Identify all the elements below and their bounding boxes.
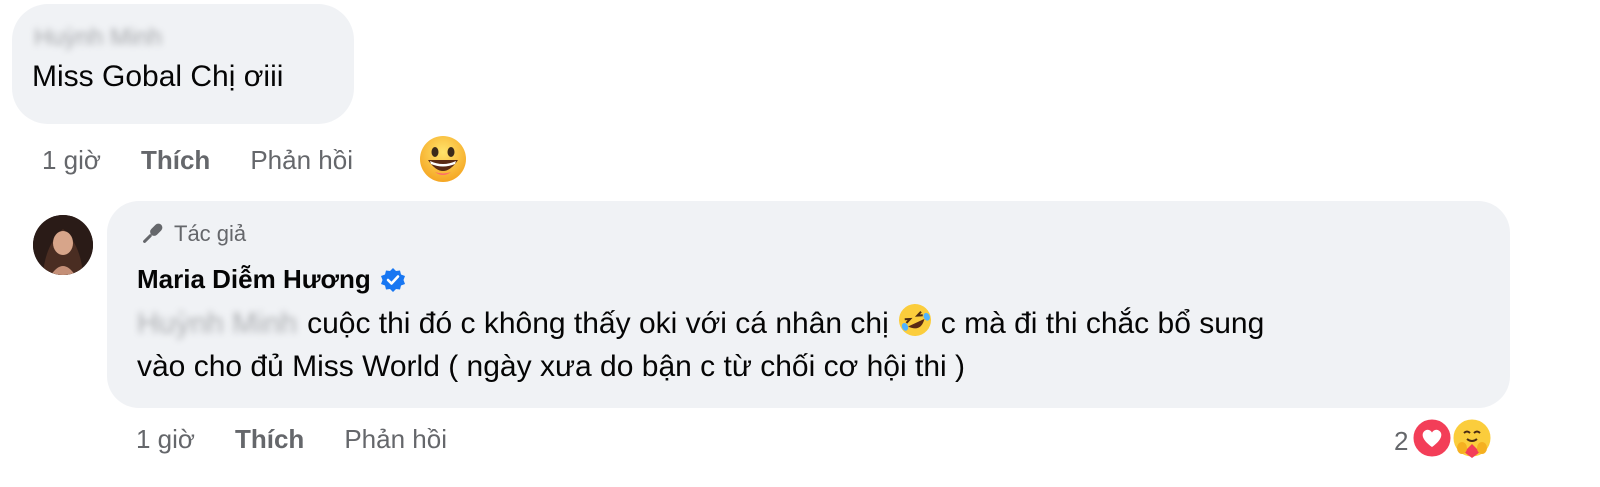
rolling-laughing-icon [897,302,933,346]
reply-actions: 1 giờ Thích Phản hồi [136,424,447,455]
author-badge: Tác giả [138,220,246,248]
reply-text-line-2: vào cho đủ Miss World ( ngày xưa do bận … [137,350,965,383]
avatar[interactable] [33,215,93,275]
like-button[interactable]: Thích [141,145,210,176]
mention-blurred[interactable]: Huỳnh Minh [137,307,297,341]
care-hug-icon [1450,416,1494,467]
reply-timestamp[interactable]: 1 giờ [136,424,195,455]
comment-timestamp[interactable]: 1 giờ [42,145,101,176]
author-badge-label: Tác giả [174,221,247,246]
heart-icon [1410,416,1454,467]
reply-text-line-1: Huỳnh Minh cuộc thi đó c không thấy oki … [137,302,1264,346]
reply-button[interactable]: Phản hồi [344,424,447,455]
reaction-summary[interactable]: 2 [1394,416,1494,467]
reaction-count: 2 [1394,426,1409,456]
reply-author: Maria Diễm Hương [137,264,407,295]
reply-text-part2: c mà đi thi chắc bổ sung [940,307,1265,340]
reply-button[interactable]: Phản hồi [250,145,353,176]
comment-text: Miss Gobal Chị ơiii [32,60,284,93]
comment-actions: 1 giờ Thích Phản hồi [42,145,353,176]
reply-author-name[interactable]: Maria Diễm Hương [137,264,371,295]
like-button[interactable]: Thích [235,424,304,455]
reply-text-part1: cuộc thi đó c không thấy oki với cá nhân… [307,307,889,340]
verified-badge-icon [380,267,405,292]
grinning-face-icon[interactable] [418,134,468,184]
comment-author-name-blurred[interactable]: Huỳnh Minh [34,24,162,52]
microphone-icon [143,223,163,243]
